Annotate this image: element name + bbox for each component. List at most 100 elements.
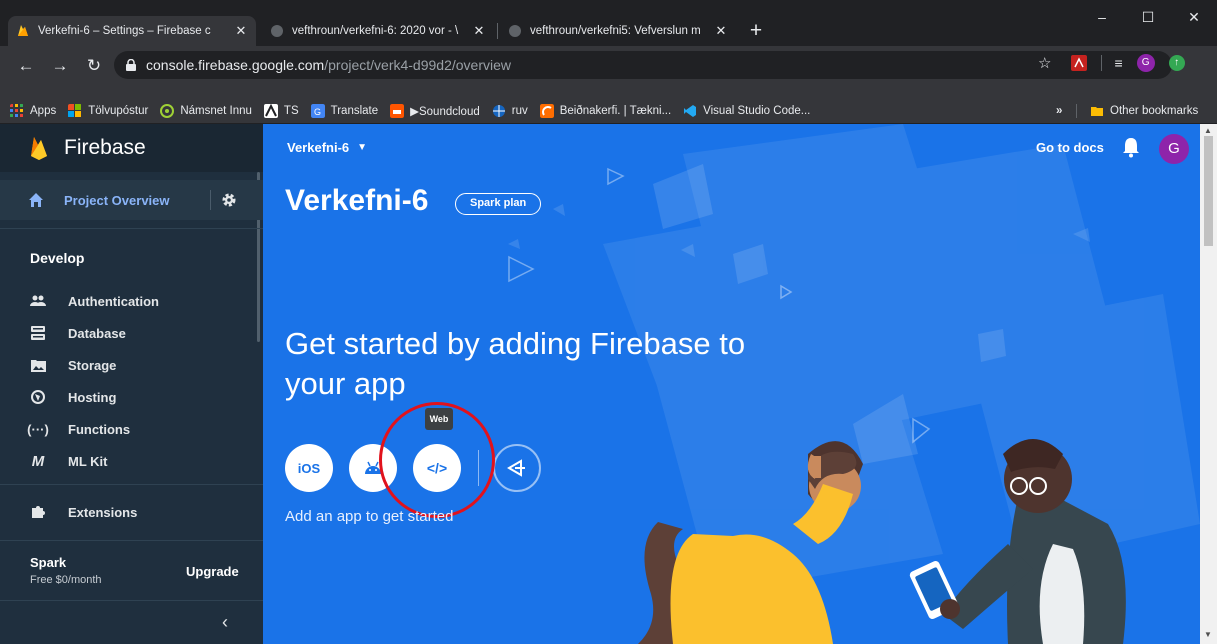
inna-icon	[160, 103, 175, 118]
toolbar-actions: ☆ ≡ G ↑	[1038, 54, 1185, 72]
bookmark-soundcloud[interactable]: ▶Soundcloud	[390, 103, 480, 118]
window-maximize-button[interactable]: ☐	[1125, 0, 1171, 34]
functions-icon: (···)	[27, 421, 49, 437]
tab-separator	[497, 23, 498, 39]
upgrade-button[interactable]: Upgrade	[186, 564, 239, 579]
bookmark-tolvupostur[interactable]: Tölvupóstur	[68, 103, 149, 118]
other-bookmarks[interactable]: Other bookmarks	[1090, 104, 1198, 118]
beidnakerfi-icon	[539, 103, 554, 118]
scroll-up-arrow-icon[interactable]: ▲	[1204, 126, 1212, 135]
bookmarks-overflow-button[interactable]: »	[1056, 105, 1062, 117]
apps-grid-icon	[10, 103, 23, 117]
bookmark-beidnakerfi[interactable]: Beiðnakerfi. | Tækni...	[539, 103, 672, 118]
tab-close-icon[interactable]: ✕	[472, 23, 486, 39]
bookmark-translate[interactable]: G Translate	[310, 103, 379, 118]
sidebar-item-label: Extensions	[68, 504, 138, 520]
tab-title: Verkefni-6 – Settings – Firebase c	[38, 25, 211, 37]
github-favicon-icon	[271, 25, 283, 37]
bookmark-vscode[interactable]: Visual Studio Code...	[683, 104, 810, 118]
profile-extension-icon[interactable]: G	[1136, 54, 1155, 72]
globe-icon	[30, 389, 46, 405]
reading-list-icon[interactable]: ≡	[1114, 55, 1122, 71]
back-button[interactable]: ←	[12, 52, 40, 80]
firebase-favicon-icon	[18, 25, 28, 36]
bookmark-ruv[interactable]: ruv	[492, 104, 528, 118]
tab-verkefni5-repo[interactable]: vefthroun/verkefni5: Vefverslun m ✕	[500, 16, 736, 46]
firebase-brand-label: Firebase	[64, 136, 146, 159]
project-overview-label: Project Overview	[64, 192, 170, 208]
scroll-down-arrow-icon[interactable]: ▼	[1204, 630, 1212, 639]
tab-verkefni-6-repo[interactable]: vefthroun/verkefni-6: 2020 vor - \ ✕	[262, 16, 494, 46]
develop-heading: Develop	[30, 250, 85, 266]
sidebar-item-functions[interactable]: (···) Functions	[27, 421, 131, 437]
people-icon	[30, 293, 46, 309]
sidebar-item-label: Storage	[68, 357, 117, 373]
address-bar[interactable]: console.firebase.google.com/project/verk…	[114, 51, 1172, 79]
plan-name: Spark	[30, 555, 67, 570]
browser-toolbar: ← → ↻ console.firebase.google.com/projec…	[0, 46, 1217, 98]
sidebar-item-label: Hosting	[68, 389, 117, 405]
sidebar-divider	[0, 600, 263, 601]
collapse-sidebar-button[interactable]: ‹	[222, 612, 228, 633]
page-scrollbar[interactable]: ▲ ▼	[1200, 124, 1217, 644]
sidebar-item-label: Database	[68, 325, 126, 341]
window-close-button[interactable]: ✕	[1171, 0, 1217, 34]
translate-icon: G	[310, 103, 325, 118]
sidebar-item-label: Authentication	[68, 293, 159, 309]
pdf-extension-icon[interactable]	[1071, 55, 1088, 71]
new-tab-button[interactable]: +	[744, 20, 768, 44]
plan-price: Free $0/month	[30, 574, 102, 586]
bookmarks-bar: Apps Tölvupóstur Námsnet Innu TS G Trans…	[0, 98, 1217, 123]
url-path: /project/verk4-d99d2/overview	[324, 57, 511, 73]
scrollbar-thumb[interactable]	[1204, 136, 1213, 246]
window-minimize-button[interactable]: –	[1079, 0, 1125, 34]
bookmark-label: Apps	[30, 104, 57, 117]
database-icon	[30, 325, 46, 341]
ts-icon	[263, 103, 278, 118]
sidebar-item-hosting[interactable]: Hosting	[30, 389, 116, 405]
reload-button[interactable]: ↻	[80, 52, 108, 80]
sidebar-divider	[0, 228, 263, 229]
sidebar-item-extensions[interactable]: Extensions	[30, 504, 137, 520]
update-icon[interactable]: ↑	[1168, 55, 1185, 71]
bookmark-label: Translate	[330, 104, 379, 117]
tab-firebase-settings[interactable]: Verkefni-6 – Settings – Firebase c ✕	[8, 16, 256, 46]
ruv-icon	[492, 104, 505, 117]
sidebar-item-label: Functions	[68, 421, 131, 437]
forward-button[interactable]: →	[46, 52, 74, 80]
firebase-brand[interactable]: Firebase	[0, 124, 263, 172]
bookmark-label: Other bookmarks	[1110, 104, 1199, 117]
overview-divider	[210, 190, 211, 210]
hero-illustration	[638, 439, 1126, 644]
sidebar-item-ml-kit[interactable]: M ML Kit	[30, 452, 108, 470]
bookmark-label: Námsnet Innu	[180, 104, 252, 117]
tab-close-icon[interactable]: ✕	[714, 23, 728, 39]
bookmark-namsnet-innu[interactable]: Námsnet Innu	[160, 103, 252, 118]
extensions-puzzle-icon	[30, 504, 46, 520]
bookmarks-divider	[1076, 103, 1077, 118]
sidebar-item-storage[interactable]: Storage	[30, 357, 116, 373]
bookmark-label: Beiðnakerfi. | Tækni...	[559, 104, 672, 117]
browser-tab-strip: Verkefni-6 – Settings – Firebase c ✕ vef…	[0, 0, 1217, 46]
tab-close-icon[interactable]: ✕	[234, 23, 248, 39]
bookmark-apps[interactable]: Apps	[10, 103, 57, 118]
sidebar-item-database[interactable]: Database	[30, 325, 126, 341]
sidebar-item-label: ML Kit	[68, 453, 108, 469]
settings-gear-icon[interactable]	[220, 191, 238, 209]
bookmark-label: Visual Studio Code...	[703, 104, 811, 117]
bookmark-label: Tölvupóstur	[88, 104, 149, 117]
bookmark-star-icon[interactable]: ☆	[1038, 54, 1051, 72]
vscode-icon	[684, 104, 697, 117]
bookmark-ts[interactable]: TS	[263, 103, 299, 118]
firebase-sidebar: Firebase Project Overview Develop Authen…	[0, 124, 263, 644]
sidebar-item-project-overview[interactable]: Project Overview	[0, 180, 263, 220]
project-overview-main: Verkefni-6 ▼ Go to docs G Verkefni-6 Spa…	[263, 124, 1200, 644]
sidebar-item-authentication[interactable]: Authentication	[30, 293, 159, 309]
sidebar-divider	[0, 540, 263, 541]
folder-icon	[1091, 106, 1103, 116]
bookmark-label: ▶Soundcloud	[410, 105, 480, 118]
ml-kit-icon: M	[31, 452, 45, 470]
lock-icon	[126, 59, 136, 71]
github-favicon-icon	[509, 25, 521, 37]
firebase-logo-icon	[31, 137, 47, 160]
